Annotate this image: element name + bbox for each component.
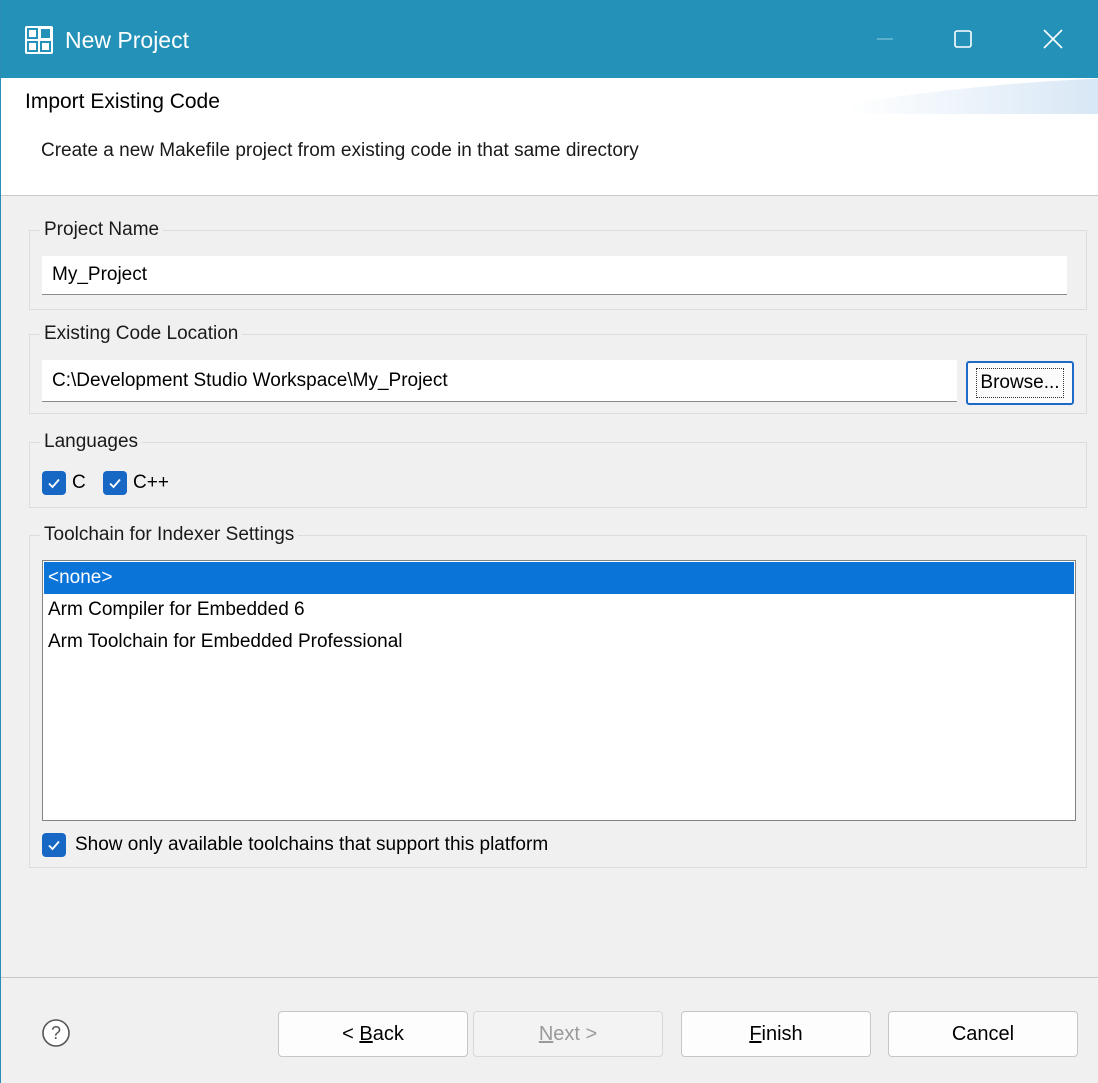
help-circle-icon[interactable]: ? (41, 1018, 71, 1048)
code-location-group: Existing Code Location Browse... (29, 322, 1087, 414)
project-name-group: Project Name (29, 218, 1087, 310)
maximize-button[interactable] (915, 0, 1011, 78)
banner-decoration (849, 78, 1098, 114)
code-location-label: Existing Code Location (40, 322, 243, 346)
back-mnemonic: B (359, 1022, 373, 1045)
toolchain-item-arm-compiler-6[interactable]: Arm Compiler for Embedded 6 (44, 594, 1074, 626)
code-location-input[interactable] (42, 360, 957, 402)
back-button[interactable]: < Back (278, 1011, 468, 1057)
title-bar[interactable]: New Project (1, 0, 1098, 78)
show-available-label[interactable]: Show only available toolchains that supp… (75, 833, 548, 857)
page-title: Import Existing Code (25, 90, 220, 113)
languages-group: Languages C C++ (29, 430, 1087, 508)
wizard-header: Import Existing Code Create a new Makefi… (1, 78, 1098, 196)
back-rest: ack (372, 1022, 404, 1045)
window-title: New Project (65, 27, 189, 53)
project-name-input[interactable] (42, 256, 1067, 295)
app-grid-icon (25, 26, 53, 54)
checkmark-icon (48, 478, 60, 489)
language-cpp-checkbox[interactable] (103, 471, 127, 495)
minimize-icon (877, 38, 893, 40)
browse-button[interactable]: Browse... (966, 361, 1074, 405)
next-rest: ext > (553, 1022, 598, 1045)
close-icon (1043, 29, 1063, 49)
checkmark-icon (109, 478, 121, 489)
languages-label: Languages (40, 430, 143, 454)
close-button[interactable] (1005, 0, 1098, 78)
toolchain-group: Toolchain for Indexer Settings <none> Ar… (29, 523, 1087, 868)
show-available-checkbox[interactable] (42, 833, 66, 857)
toolchain-item-arm-toolchain-professional[interactable]: Arm Toolchain for Embedded Professional (44, 626, 1074, 658)
toolchain-label: Toolchain for Indexer Settings (40, 523, 299, 547)
finish-rest: inish (761, 1022, 803, 1045)
back-prefix: < (342, 1022, 360, 1045)
footer-separator (1, 977, 1098, 978)
finish-mnemonic: F (749, 1022, 762, 1045)
browse-button-label: Browse... (976, 368, 1064, 398)
new-project-dialog: New Project Import Existing Code Create … (0, 0, 1098, 1083)
maximize-icon (954, 30, 972, 48)
toolchain-list[interactable]: <none> Arm Compiler for Embedded 6 Arm T… (42, 560, 1076, 821)
language-c-label[interactable]: C (72, 471, 86, 495)
cancel-button[interactable]: Cancel (888, 1011, 1078, 1057)
language-cpp-label[interactable]: C++ (133, 471, 169, 495)
project-name-label: Project Name (40, 218, 164, 242)
language-c-checkbox[interactable] (42, 471, 66, 495)
svg-text:?: ? (51, 1023, 61, 1043)
toolchain-item-none[interactable]: <none> (44, 562, 1074, 594)
next-button[interactable]: Next > (473, 1011, 663, 1057)
next-mnemonic: N (538, 1022, 554, 1045)
checkmark-icon (48, 840, 60, 851)
page-description: Create a new Makefile project from exist… (41, 140, 639, 161)
finish-button[interactable]: Finish (681, 1011, 871, 1057)
